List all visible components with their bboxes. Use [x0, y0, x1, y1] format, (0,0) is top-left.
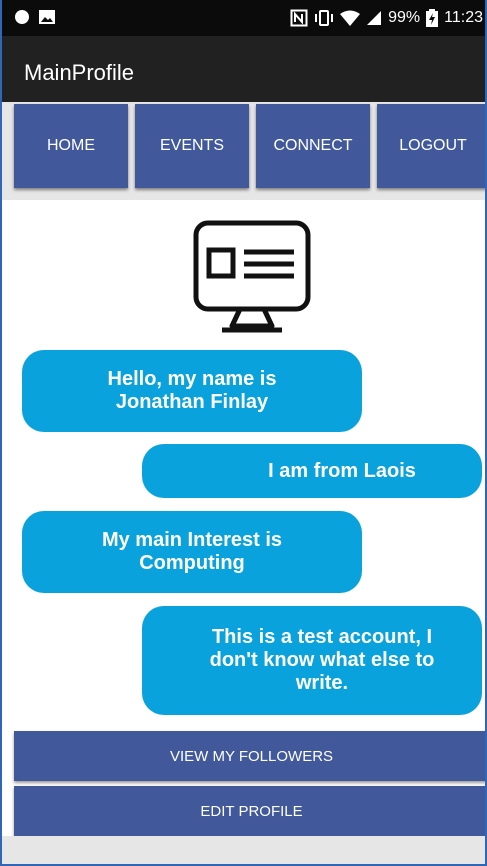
bubble-about: This is a test account, I don't know wha… [142, 606, 482, 715]
status-left [14, 9, 56, 25]
signal-icon [366, 10, 382, 26]
tab-events[interactable]: EVENTS [135, 104, 249, 188]
status-right: 99% 11:23 [290, 8, 483, 28]
status-bar: 99% 11:23 [2, 0, 485, 36]
tab-connect[interactable]: CONNECT [256, 104, 370, 188]
status-time: 11:23 [444, 9, 483, 26]
monitor-profile-icon [192, 220, 312, 338]
bottom-area [2, 836, 485, 864]
edit-profile-button[interactable]: EDIT PROFILE [14, 786, 485, 836]
bubble-name: Hello, my name is Jonathan Finlay [22, 350, 362, 432]
bubble-interest: My main Interest is Computing [22, 511, 362, 593]
tab-home[interactable]: HOME [14, 104, 128, 188]
wifi-icon [340, 10, 361, 26]
page-title: MainProfile [24, 60, 135, 85]
nfc-icon [290, 9, 308, 27]
view-followers-button[interactable]: VIEW MY FOLLOWERS [14, 731, 485, 781]
tab-logout[interactable]: LOGOUT [377, 104, 485, 188]
battery-percent: 99% [388, 9, 421, 26]
vibrate-icon [314, 9, 334, 27]
record-dot-icon [14, 9, 30, 25]
battery-charging-icon [426, 9, 439, 27]
bubble-location: I am from Laois [142, 444, 482, 498]
app-bar: MainProfile [2, 36, 485, 102]
image-notification-icon [38, 9, 56, 25]
app-frame: 99% 11:23 MainProfile HOME EVENTS CONNEC… [0, 0, 487, 866]
